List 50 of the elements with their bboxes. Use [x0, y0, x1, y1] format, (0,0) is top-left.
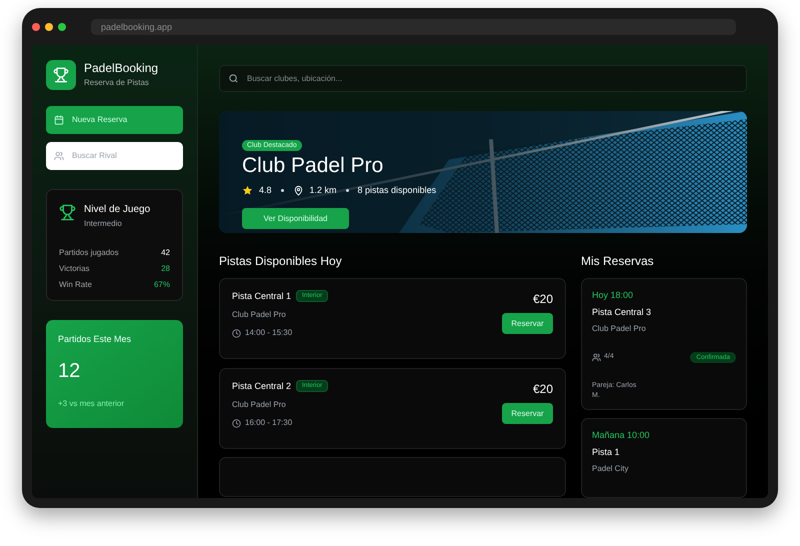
calendar-icon	[54, 115, 64, 125]
month-title: Partidos Este Mes	[58, 333, 132, 345]
club-name: Padel City	[592, 464, 630, 474]
stat-value: 28	[161, 264, 170, 274]
time-slot: 14:00 - 15:30	[245, 328, 292, 338]
find-rival-button[interactable]: Buscar Rival	[46, 142, 183, 170]
location-pin-icon	[292, 184, 304, 196]
section-title: Mis Reservas	[581, 254, 655, 269]
month-delta: +3 vs mes anterior	[58, 399, 126, 409]
distance: 1.2 km	[310, 184, 337, 196]
time-slot: 16:00 - 17:30	[245, 418, 292, 428]
app-subtitle: Reserva de Pistas	[84, 77, 150, 89]
stat-label: Victorias	[59, 264, 90, 274]
search-icon	[228, 73, 239, 84]
rating: 4.8	[259, 184, 272, 196]
price: €20	[532, 292, 553, 307]
new-booking-button[interactable]: Nueva Reserva	[46, 106, 183, 134]
stat-label: Partidos jugados	[59, 248, 119, 258]
clock-icon	[232, 418, 241, 428]
courts-available: 8 pistas disponibles	[358, 184, 436, 196]
app-title: PadelBooking	[84, 61, 158, 76]
address-bar[interactable]: padelbooking.app	[91, 18, 736, 34]
court-name: Pista 1	[592, 446, 621, 458]
book-button[interactable]: Reservar	[502, 313, 553, 334]
booking-time: Hoy 18:00	[592, 289, 634, 301]
level-value: Intermedio	[84, 218, 123, 230]
club-name: Club Padel Pro	[232, 400, 287, 410]
court-name: Pista Central 1	[232, 290, 292, 302]
stat-value: 67%	[154, 280, 170, 290]
court-name: Pista Central 2	[232, 380, 292, 392]
booking-time: Mañana 10:00	[592, 429, 651, 441]
clock-icon	[232, 328, 241, 338]
trophy-icon	[59, 204, 76, 221]
club-name: Club Padel Pro	[232, 310, 287, 320]
court-name: Pista Central 3	[592, 306, 652, 318]
users-icon	[592, 353, 601, 362]
stat-label: Win Rate	[59, 280, 92, 290]
section-title: Pistas Disponibles Hoy	[219, 254, 343, 269]
trophy-icon	[46, 60, 76, 90]
level-title: Nivel de Juego	[84, 203, 150, 216]
book-button[interactable]: Reservar	[502, 403, 553, 424]
view-availability-button[interactable]: Ver Disponibilidad	[242, 208, 349, 229]
stat-value: 42	[161, 248, 170, 258]
month-value: 12	[58, 359, 82, 383]
club-name: Club Padel Pro	[242, 154, 384, 178]
users-icon	[54, 151, 64, 161]
club-name: Club Padel Pro	[592, 324, 647, 334]
star-icon	[242, 184, 253, 196]
price: €20	[532, 382, 553, 397]
search-field[interactable]: Buscar clubes, ubicación...	[219, 65, 747, 92]
